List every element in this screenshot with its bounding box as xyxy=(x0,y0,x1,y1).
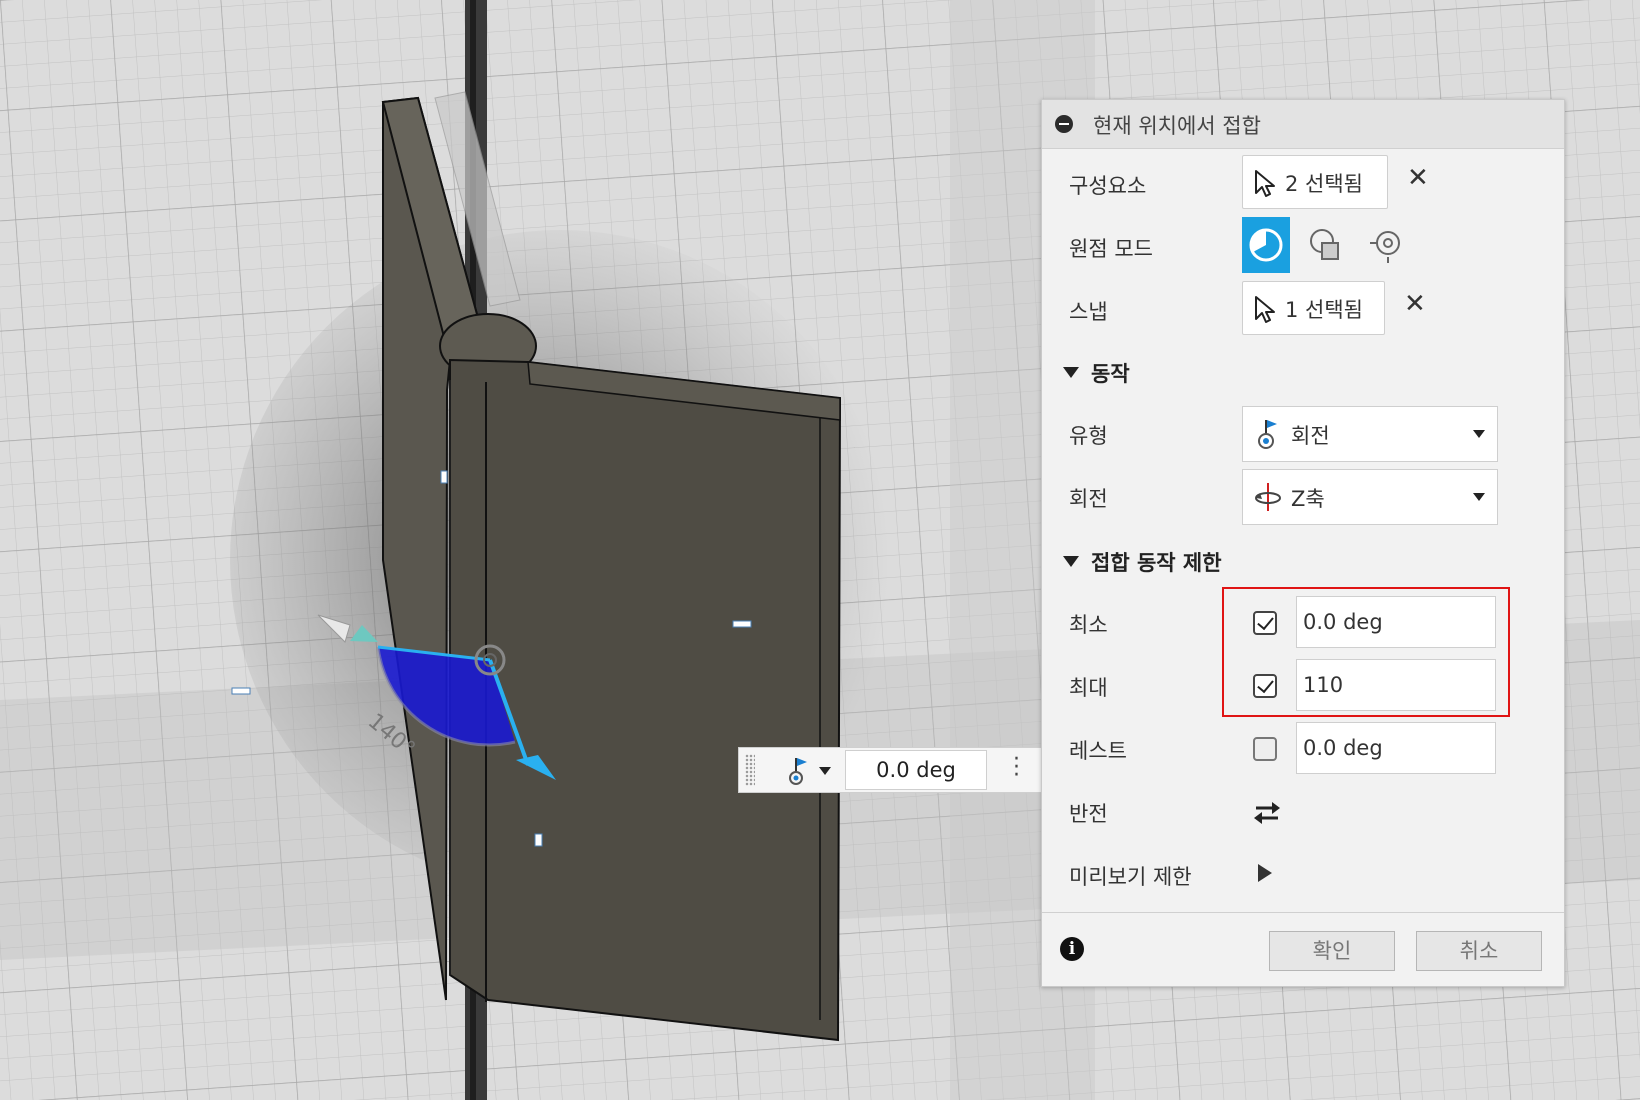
motion-section-title: 동작 xyxy=(1091,362,1130,386)
min-limit-checkbox[interactable] xyxy=(1253,611,1277,635)
min-limit-value: 0.0 deg xyxy=(1303,610,1383,634)
rest-checkbox[interactable] xyxy=(1253,737,1277,761)
info-icon[interactable]: i xyxy=(1060,937,1084,961)
rest-input[interactable]: 0.0 deg xyxy=(1296,722,1496,774)
motion-type-label: 유형 xyxy=(1069,424,1108,448)
collapse-triangle-icon xyxy=(1063,556,1079,567)
revolute-icon xyxy=(1258,420,1277,449)
clear-components-icon[interactable]: ✕ xyxy=(1407,163,1429,193)
motion-type-dropdown[interactable]: 회전 xyxy=(1242,406,1498,462)
hud-angle-value: 0.0 deg xyxy=(876,758,956,782)
max-limit-checkbox[interactable] xyxy=(1253,674,1277,698)
origin-between-icon xyxy=(1310,229,1339,260)
joint-limits-section-header[interactable]: 접합 동작 제한 xyxy=(1063,547,1222,577)
as-built-joint-dialog: 현재 위치에서 접합 구성요소 2 선택됨 ✕ 원점 모드 스냅 1 선택됨 ✕ xyxy=(1041,99,1565,987)
components-selector[interactable]: 2 선택됨 xyxy=(1242,155,1388,209)
rest-value: 0.0 deg xyxy=(1303,736,1383,760)
cursor-arrow-icon xyxy=(1255,170,1275,197)
collapse-icon[interactable] xyxy=(1055,115,1073,133)
components-selector-value: 2 선택됨 xyxy=(1285,172,1363,196)
z-axis-icon xyxy=(1255,483,1281,511)
dialog-header: 현재 위치에서 접합 xyxy=(1042,100,1564,149)
cursor-arrow-icon xyxy=(1255,296,1275,323)
origin-mode-center-button[interactable] xyxy=(1362,217,1410,273)
hud-angle-input[interactable]: 0.0 deg xyxy=(845,750,987,790)
rest-label: 레스트 xyxy=(1069,739,1127,763)
snap-selector[interactable]: 1 선택됨 xyxy=(1242,281,1385,335)
chevron-down-icon xyxy=(1473,430,1485,438)
max-limit-value: 110 xyxy=(1303,673,1344,697)
chevron-down-icon xyxy=(1473,493,1485,501)
origin-mode-label: 원점 모드 xyxy=(1069,237,1153,261)
motion-section-header[interactable]: 동작 xyxy=(1063,358,1130,388)
rotation-axis-label: 회전 xyxy=(1069,487,1108,511)
origin-center-icon xyxy=(1370,231,1400,263)
play-preview-icon[interactable] xyxy=(1258,864,1272,882)
more-options-icon[interactable]: · · · xyxy=(1013,749,1020,787)
max-limit-label: 최대 xyxy=(1069,676,1108,700)
max-limit-input[interactable]: 110 xyxy=(1296,659,1496,711)
flip-arrows-icon[interactable] xyxy=(1250,796,1284,830)
footer-divider xyxy=(1042,912,1564,913)
origin-simple-icon xyxy=(1249,228,1283,262)
origin-mode-between-button[interactable] xyxy=(1302,217,1350,273)
preview-limits-label: 미리보기 제한 xyxy=(1069,865,1192,889)
hud-angle-toolbar: 0.0 deg · · · xyxy=(738,747,1042,793)
snap-selector-value: 1 선택됨 xyxy=(1285,298,1363,322)
ok-button[interactable]: 확인 xyxy=(1269,931,1395,971)
flip-label: 반전 xyxy=(1069,802,1108,826)
clear-snap-icon[interactable]: ✕ xyxy=(1404,289,1426,319)
snap-label: 스냅 xyxy=(1069,300,1108,324)
joint-limits-section-title: 접합 동작 제한 xyxy=(1091,551,1222,575)
rotation-axis-dropdown[interactable]: Z축 xyxy=(1242,469,1498,525)
components-label: 구성요소 xyxy=(1069,174,1147,198)
rotation-type-icon[interactable] xyxy=(785,754,809,786)
chevron-down-icon[interactable] xyxy=(819,767,831,775)
motion-type-value: 회전 xyxy=(1291,424,1330,448)
min-limit-input[interactable]: 0.0 deg xyxy=(1296,596,1496,648)
min-limit-label: 최소 xyxy=(1069,613,1108,637)
rotation-axis-value: Z축 xyxy=(1291,487,1325,511)
cancel-button[interactable]: 취소 xyxy=(1416,931,1542,971)
drag-grip[interactable] xyxy=(745,754,755,786)
collapse-triangle-icon xyxy=(1063,367,1079,378)
origin-mode-simple-button[interactable] xyxy=(1242,217,1290,273)
dialog-title: 현재 위치에서 접합 xyxy=(1093,114,1261,138)
